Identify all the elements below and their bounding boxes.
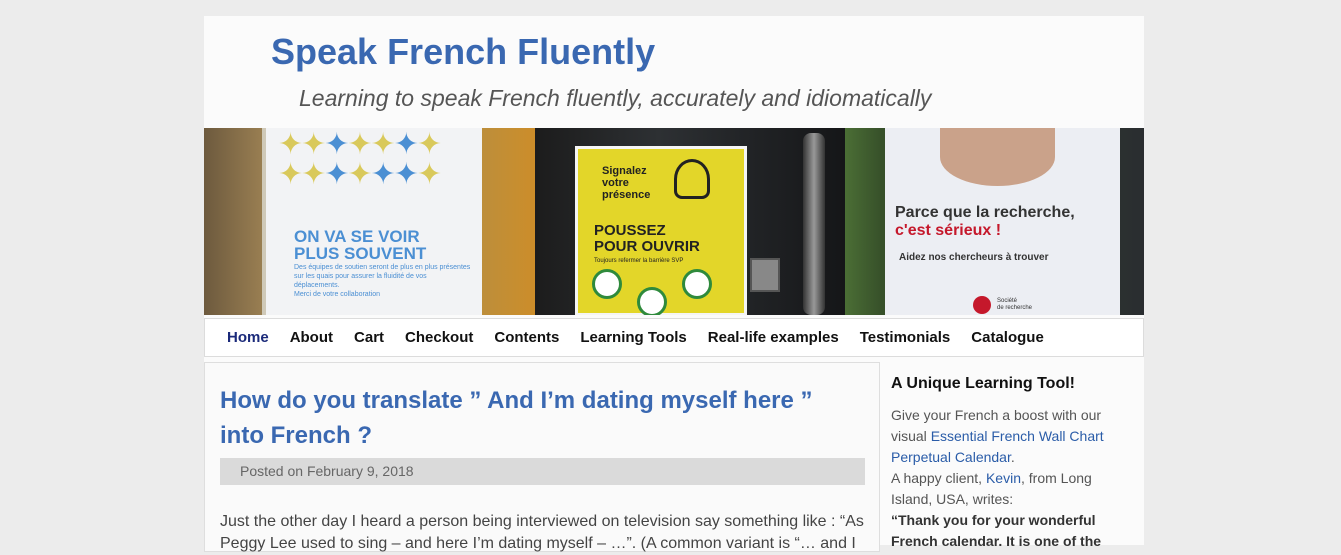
- hand-pointer-icon: [674, 159, 710, 199]
- door-pole: [803, 133, 825, 315]
- nav-item-real-life-examples[interactable]: Real-life examples: [708, 329, 839, 346]
- research-logo-text: Société de recherche: [997, 298, 1032, 312]
- nav-item-home[interactable]: Home: [227, 329, 269, 346]
- push-sign-small-text: Toujours refermer la barrière SVP: [594, 258, 684, 264]
- push-main-line2: POUR OUVRIR: [594, 238, 700, 255]
- nav-item-catalogue[interactable]: Catalogue: [971, 329, 1044, 346]
- research-logo-icon: [973, 296, 991, 314]
- metro-poster: ✦✦✦✦✦✦✦ ✦✦✦✦✦✦✦ ON VA SE VOIR PLUS SOUVEN…: [262, 128, 482, 315]
- logo-line2: de recherche: [997, 305, 1033, 311]
- push-sign: Signalez votre présence POUSSEZ POUR OUV…: [575, 146, 747, 315]
- metro-small-text: Des équipes de soutien seront de plus en…: [294, 264, 471, 289]
- testimonial-quote: “Thank you for your wonderful French cal…: [891, 512, 1102, 549]
- kevin-link[interactable]: Kevin: [986, 470, 1021, 486]
- research-poster: Parce que la recherche, c'est sérieux ! …: [885, 128, 1120, 315]
- metro-heading-line2: PLUS SOUVENT: [294, 244, 427, 263]
- nav-item-learning-tools[interactable]: Learning Tools: [580, 329, 686, 346]
- post-meta: Posted on February 9, 2018: [220, 458, 865, 485]
- metro-poster-small-text: Des équipes de soutien seront de plus en…: [294, 263, 474, 299]
- research-poster-heading: Parce que la recherche, c'est sérieux !: [895, 204, 1075, 240]
- post-body: Just the other day I heard a person bein…: [220, 513, 864, 552]
- site-title[interactable]: Speak French Fluently: [271, 31, 655, 73]
- push-top-line3: présence: [602, 189, 651, 201]
- post-content: How do you translate ” And I’m dating my…: [204, 362, 880, 552]
- research-line1: Parce que la recherche,: [895, 204, 1075, 221]
- push-top-line1: Signalez: [602, 165, 647, 177]
- research-poster-sub: Aidez nos chercheurs à trouver: [899, 252, 1049, 263]
- push-sign-top-text: Signalez votre présence: [602, 165, 650, 201]
- door-handle: [750, 258, 780, 292]
- site-description: Learning to speak French fluently, accur…: [299, 85, 932, 111]
- widget-title: A Unique Learning Tool!: [891, 375, 1075, 392]
- stroller-icon: [592, 269, 622, 299]
- widget-text-3: A happy client,: [891, 470, 986, 486]
- page-wrapper: Speak French Fluently Learning to speak …: [204, 16, 1144, 552]
- person-photo: [940, 128, 1055, 186]
- nav-item-about[interactable]: About: [290, 329, 333, 346]
- header-banner: ✦✦✦✦✦✦✦ ✦✦✦✦✦✦✦ ON VA SE VOIR PLUS SOUVEN…: [204, 128, 1144, 315]
- main-navigation: Home About Cart Checkout Contents Learni…: [204, 318, 1144, 357]
- nav-item-testimonials[interactable]: Testimonials: [860, 329, 951, 346]
- widget-text-2: .: [1010, 449, 1015, 465]
- metro-thanks-text: Merci de votre collaboration: [294, 291, 380, 298]
- nav-item-contents[interactable]: Contents: [494, 329, 559, 346]
- wheelchair-icon: [637, 287, 667, 315]
- push-top-line2: votre: [602, 177, 629, 189]
- nav-item-checkout[interactable]: Checkout: [405, 329, 473, 346]
- bicycle-icon: [682, 269, 712, 299]
- banner-photo-metro-poster: ✦✦✦✦✦✦✦ ✦✦✦✦✦✦✦ ON VA SE VOIR PLUS SOUVEN…: [204, 128, 535, 315]
- nav-item-cart[interactable]: Cart: [354, 329, 384, 346]
- banner-photo-research-poster: Parce que la recherche, c'est sérieux ! …: [845, 128, 1144, 315]
- research-line2: c'est sérieux !: [895, 222, 1002, 239]
- logo-line1: Société: [997, 298, 1018, 304]
- push-main-line1: POUSSEZ: [594, 222, 666, 239]
- widget-text: Give your French a boost with our visual…: [891, 405, 1121, 552]
- metro-poster-heading: ON VA SE VOIR PLUS SOUVENT: [294, 228, 426, 262]
- people-figures-icon: ✦✦✦✦✦✦✦ ✦✦✦✦✦✦✦: [278, 128, 442, 191]
- post-title[interactable]: How do you translate ” And I’m dating my…: [220, 383, 840, 453]
- push-sign-main-text: POUSSEZ POUR OUVRIR: [594, 223, 700, 255]
- banner-photo-push-sign: Signalez votre présence POUSSEZ POUR OUV…: [535, 128, 845, 315]
